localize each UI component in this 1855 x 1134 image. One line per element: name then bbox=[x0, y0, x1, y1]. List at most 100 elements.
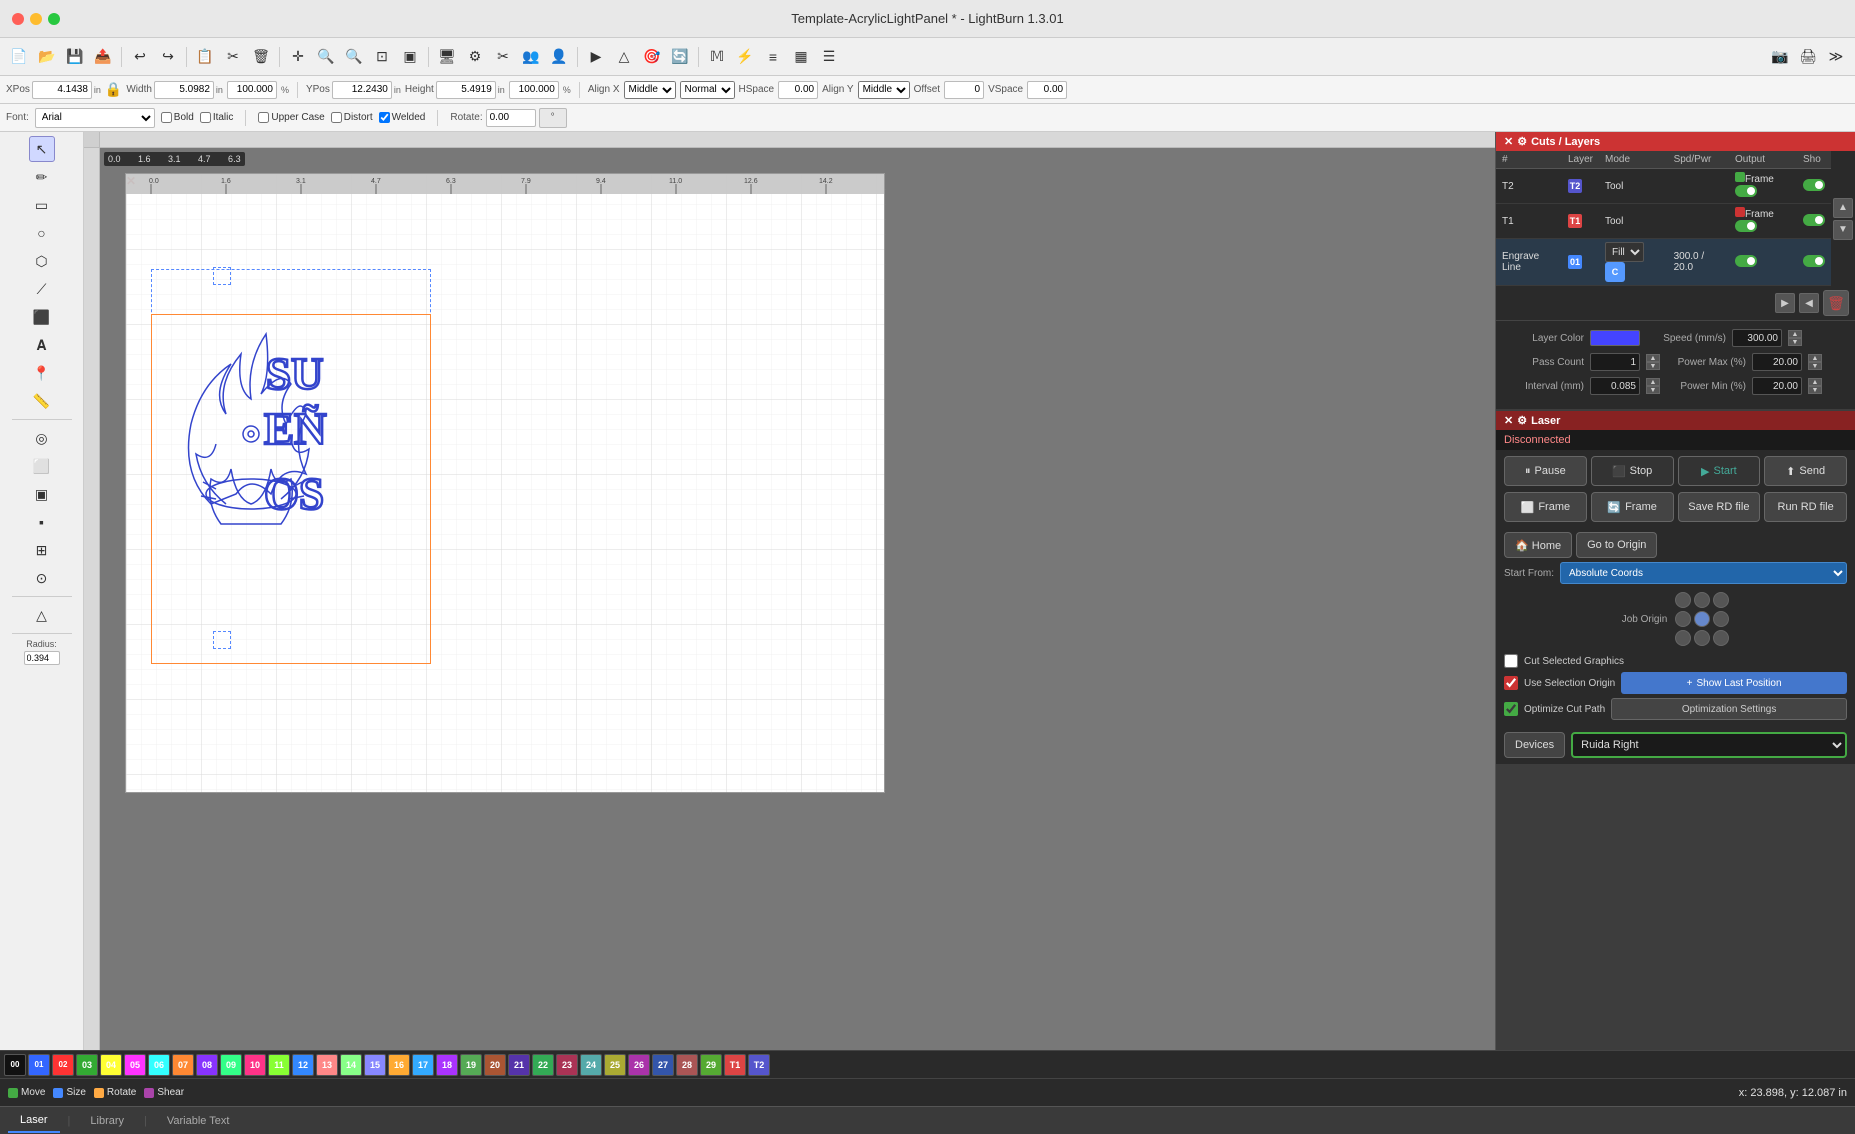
color-swatch[interactable] bbox=[1590, 330, 1640, 346]
palette-color-02[interactable]: 02 bbox=[52, 1054, 74, 1076]
scroll-up-arrow[interactable]: ▲ bbox=[1833, 198, 1853, 218]
origin-dot-bc[interactable] bbox=[1694, 630, 1710, 646]
delete-button[interactable]: 🗑 bbox=[248, 44, 274, 70]
path2-button[interactable]: △ bbox=[611, 44, 637, 70]
palette-color-23[interactable]: 23 bbox=[556, 1054, 578, 1076]
show-last-position-button[interactable]: + Show Last Position bbox=[1621, 672, 1847, 694]
preview-button[interactable]: ▶ bbox=[583, 44, 609, 70]
copy-button[interactable]: 📋 bbox=[192, 44, 218, 70]
send-button[interactable]: ⬆ Send bbox=[1764, 456, 1847, 486]
origin-dot-bl[interactable] bbox=[1675, 630, 1691, 646]
palette-color-24[interactable]: 24 bbox=[580, 1054, 602, 1076]
settings-button[interactable]: ⚙ bbox=[462, 44, 488, 70]
line-tool-button[interactable]: ⟋ bbox=[29, 276, 55, 302]
table-row[interactable]: T2 T2 Tool Frame bbox=[1496, 169, 1831, 204]
palette-color-05[interactable]: 05 bbox=[124, 1054, 146, 1076]
palette-color-27[interactable]: 27 bbox=[652, 1054, 674, 1076]
zoom-in-button[interactable]: 🔍 bbox=[313, 44, 339, 70]
print-button[interactable]: 🖨 bbox=[1795, 44, 1821, 70]
origin-dot-br[interactable] bbox=[1713, 630, 1729, 646]
zoom-fit-button[interactable]: ⊡ bbox=[369, 44, 395, 70]
laser-panel-header[interactable]: ✕ ⚙ Laser bbox=[1496, 411, 1855, 430]
table-row[interactable]: T1 T1 Tool Frame bbox=[1496, 204, 1831, 239]
devices-button[interactable]: Devices bbox=[1504, 732, 1565, 758]
palette-color-08[interactable]: 08 bbox=[196, 1054, 218, 1076]
height-input[interactable] bbox=[436, 81, 496, 99]
group-button[interactable]: 👥 bbox=[518, 44, 544, 70]
circle-tool-button[interactable]: ○ bbox=[29, 220, 55, 246]
align-x-select[interactable]: Middle bbox=[624, 81, 676, 99]
save-file-button[interactable]: 💾 bbox=[62, 44, 88, 70]
pass-down-button[interactable]: ▼ bbox=[1646, 362, 1660, 370]
pmax-down-button[interactable]: ▼ bbox=[1808, 362, 1822, 370]
rect2-tool-button[interactable]: ⬜ bbox=[29, 453, 55, 479]
welded-checkbox[interactable] bbox=[379, 112, 390, 123]
pass-up-button[interactable]: ▲ bbox=[1646, 354, 1660, 362]
width-pct-input[interactable] bbox=[227, 81, 277, 99]
delete-layer-button[interactable]: 🗑 bbox=[1823, 290, 1849, 316]
palette-color-28[interactable]: 28 bbox=[676, 1054, 698, 1076]
pmin-down-button[interactable]: ▼ bbox=[1808, 386, 1822, 394]
01-show-toggle[interactable] bbox=[1803, 255, 1825, 267]
palette-color-T2[interactable]: T2 bbox=[748, 1054, 770, 1076]
offset-input[interactable] bbox=[944, 81, 984, 99]
cuts-layers-header[interactable]: ✕ ⚙ Cuts / Layers bbox=[1496, 132, 1855, 151]
palette-color-19[interactable]: 19 bbox=[460, 1054, 482, 1076]
laser-tab[interactable]: Laser bbox=[8, 1109, 60, 1133]
palette-color-16[interactable]: 16 bbox=[388, 1054, 410, 1076]
palette-color-15[interactable]: 15 bbox=[364, 1054, 386, 1076]
go-to-origin-button[interactable]: Go to Origin bbox=[1576, 532, 1657, 558]
01-output-toggle[interactable] bbox=[1735, 255, 1757, 267]
open-file-button[interactable]: 📂 bbox=[34, 44, 60, 70]
rectangle-tool-button[interactable]: ▭ bbox=[29, 192, 55, 218]
palette-color-13[interactable]: 13 bbox=[316, 1054, 338, 1076]
palette-color-01[interactable]: 01 bbox=[28, 1054, 50, 1076]
palette-color-22[interactable]: 22 bbox=[532, 1054, 554, 1076]
interval-up-button[interactable]: ▲ bbox=[1646, 378, 1660, 386]
node-tool-button[interactable]: ⬛ bbox=[29, 304, 55, 330]
t1-output-toggle[interactable] bbox=[1735, 220, 1757, 232]
stop-button[interactable]: ⬛ Stop bbox=[1591, 456, 1674, 486]
polygon-tool-button[interactable]: ⬡ bbox=[29, 248, 55, 274]
camera-button[interactable]: 📷 bbox=[1767, 44, 1793, 70]
italic-checkbox[interactable] bbox=[200, 112, 211, 123]
origin-button[interactable]: 🎯 bbox=[639, 44, 665, 70]
fill-c-button[interactable]: C bbox=[1605, 262, 1625, 282]
close-button[interactable] bbox=[12, 13, 24, 25]
t1-show-toggle[interactable] bbox=[1803, 214, 1825, 226]
radius-input[interactable] bbox=[24, 651, 60, 665]
origin-dot-tr[interactable] bbox=[1713, 592, 1729, 608]
font-select[interactable]: Arial bbox=[35, 108, 155, 128]
palette-color-07[interactable]: 07 bbox=[172, 1054, 194, 1076]
pmax-up-button[interactable]: ▲ bbox=[1808, 354, 1822, 362]
rect4-tool-button[interactable]: ▪ bbox=[29, 509, 55, 535]
start-from-select[interactable]: Absolute Coords bbox=[1560, 562, 1847, 584]
fill-select[interactable]: Fill bbox=[1605, 242, 1644, 262]
upper-case-checkbox[interactable] bbox=[258, 112, 269, 123]
rect3-tool-button[interactable]: ▣ bbox=[29, 481, 55, 507]
degrees-button[interactable]: ° bbox=[539, 108, 567, 128]
ypos-input[interactable] bbox=[332, 81, 392, 99]
speed-down-button[interactable]: ▼ bbox=[1788, 338, 1802, 346]
laser2-button[interactable]: ⚡ bbox=[732, 44, 758, 70]
interval-down-button[interactable]: ▼ bbox=[1646, 386, 1660, 394]
circle2-tool-button[interactable]: ◎ bbox=[29, 425, 55, 451]
select-tool-button[interactable]: ↖ bbox=[29, 136, 55, 162]
undo-button[interactable]: ↩ bbox=[127, 44, 153, 70]
optimize-cut-checkbox[interactable] bbox=[1504, 702, 1518, 716]
normal-select[interactable]: Normal bbox=[680, 81, 735, 99]
new-file-button[interactable]: 📄 bbox=[6, 44, 32, 70]
minimize-button[interactable] bbox=[30, 13, 42, 25]
library-tab[interactable]: Library bbox=[78, 1109, 136, 1133]
move-button[interactable]: ✛ bbox=[285, 44, 311, 70]
maximize-button[interactable] bbox=[48, 13, 60, 25]
origin-dot-ml[interactable] bbox=[1675, 611, 1691, 627]
redo-button[interactable]: ↪ bbox=[155, 44, 181, 70]
palette-color-12[interactable]: 12 bbox=[292, 1054, 314, 1076]
export-button[interactable]: 📤 bbox=[90, 44, 116, 70]
grid-tool-button[interactable]: ⊞ bbox=[29, 537, 55, 563]
home-button[interactable]: 🏠 Home bbox=[1504, 532, 1572, 558]
power-max-input[interactable] bbox=[1752, 353, 1802, 371]
palette-color-20[interactable]: 20 bbox=[484, 1054, 506, 1076]
frame-button-1[interactable]: ⬜ Frame bbox=[1504, 492, 1587, 522]
